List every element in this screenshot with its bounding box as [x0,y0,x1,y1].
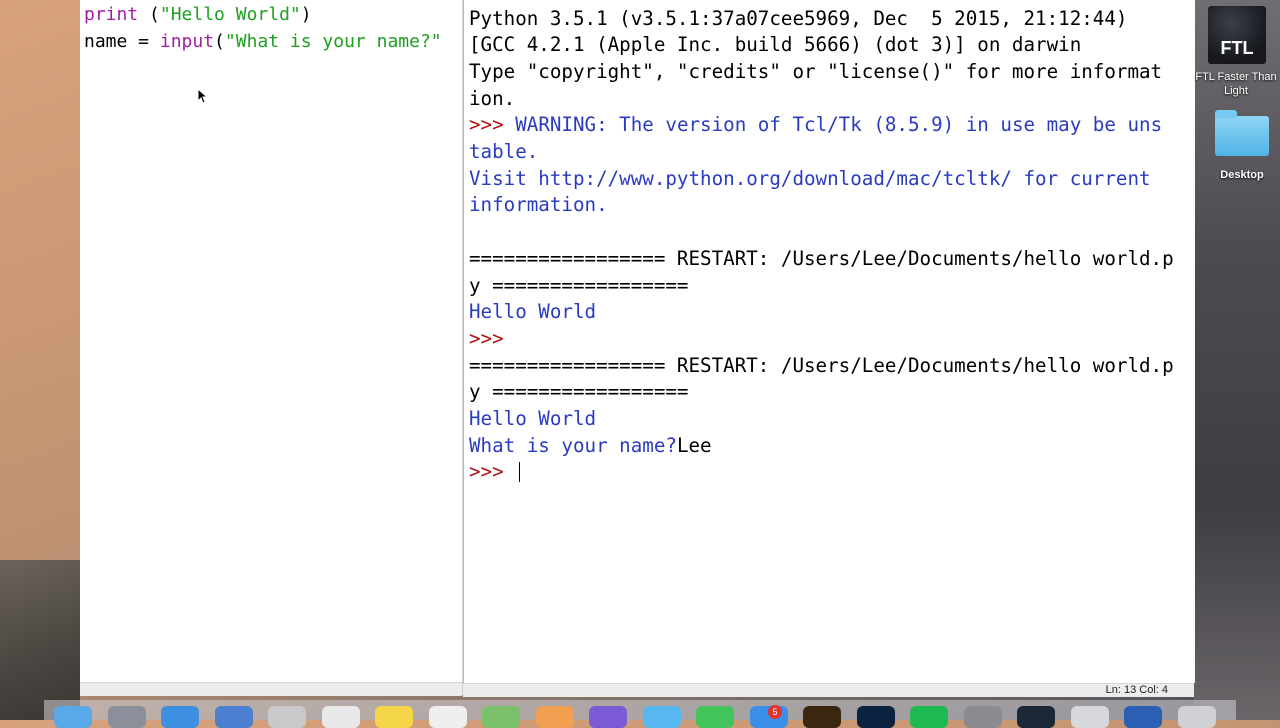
shell-text-segment: [GCC 4.2.1 (Apple Inc. build 5666) (dot … [469,33,1082,57]
desktop-folder-label[interactable]: Desktop [1200,169,1280,181]
shell-text-segment: Hello World [469,407,597,430]
shell-line: Type "copyright", "credits" or "license(… [469,59,1162,86]
photoshop-icon[interactable] [856,706,895,728]
ftl-app-icon[interactable]: FTL [1208,6,1266,64]
editor-text-segment: input [159,30,215,52]
desktop-background-rock [0,560,80,720]
imovie-icon[interactable] [589,706,627,728]
shell-line: Hello World [469,406,596,433]
shell-text-segment: Type "copyright", "credits" or "license(… [469,59,1163,83]
preview-icon[interactable] [268,706,306,728]
notification-badge: 5 [768,705,782,719]
shell-line: ================= RESTART: /Users/Lee/Do… [469,246,1174,273]
editor-text-segment: ( [214,30,225,52]
editor-text-segment: ( [138,4,160,25]
shell-text-segment: ion. [469,86,516,110]
text-caret [519,462,521,483]
shell-line: ion. [469,86,515,113]
shell-line: Visit http://www.python.org/download/mac… [469,166,1151,193]
shell-status-bar: Ln: 13 Col: 4 [463,683,1194,697]
shell-text-segment: y ================= [469,273,689,297]
shell-text-segment: ================= RESTART: /Users/Lee/Do… [469,246,1174,270]
desktop-folder-icon[interactable] [1215,110,1269,156]
ftl-app-label[interactable]: FTL Faster Than Light [1192,70,1280,98]
maps-icon[interactable] [482,706,520,728]
photos-icon[interactable] [535,706,574,728]
shell-line: >>> [469,326,515,353]
shell-text-segment: y ================= [469,380,689,404]
shell-text-segment: Python 3.5.1 (v3.5.1:37a07cee5969, Dec 5… [469,6,1140,30]
shell-line: information. [469,192,608,219]
shell-line: Hello World [469,299,596,326]
shell-line: Python 3.5.1 (v3.5.1:37a07cee5969, Dec 5… [469,6,1139,33]
textedit-icon[interactable] [428,706,467,728]
finder-icon[interactable] [54,706,92,728]
shell-text-segment: Lee [676,433,712,457]
shell-text-segment: ================= RESTART: /Users/Lee/Do… [469,353,1174,377]
editor-line: name = input("What is your name?" [84,29,442,55]
editor-line: print ("Hello World") [84,2,312,28]
spotify-icon[interactable] [910,706,948,728]
mail-icon[interactable] [214,706,253,728]
shell-line: >>> WARNING: The version of Tcl/Tk (8.5.… [469,112,1162,139]
steam-icon[interactable] [1017,706,1055,728]
shell-line: y ================= [469,273,689,300]
messages-icon[interactable] [642,706,681,728]
shell-line: [GCC 4.2.1 (Apple Inc. build 5666) (dot … [469,32,1081,59]
script-icon[interactable] [1070,706,1109,728]
shell-line: table. [469,139,538,166]
desktop-background [1194,0,1280,720]
shell-text-segment: Visit http://www.python.org/download/mac… [469,166,1151,190]
mouse-pointer-icon [197,88,207,104]
line-col-indicator: Ln: 13 Col: 4 [1105,684,1168,696]
editor-window[interactable]: print ("Hello World") name = input("What … [80,0,463,695]
facetime-icon[interactable] [696,706,734,728]
shell-text-segment: WARNING: The version of Tcl/Tk (8.5.9) i… [515,113,1163,137]
python-shell-window[interactable]: Python 3.5.1 (v3.5.1:37a07cee5969, Dec 5… [463,0,1195,683]
shell-text-segment: What is your name? [469,433,677,457]
shell-line: ================= RESTART: /Users/Lee/Do… [469,353,1174,380]
quicktime-icon[interactable] [1124,706,1162,728]
editor-bottom-bar [80,682,462,696]
shell-text-segment: information. [469,193,608,217]
calendar-icon[interactable] [321,706,360,728]
launchpad-icon[interactable] [107,706,146,728]
system-preferences-icon[interactable] [963,706,1002,728]
shell-text-segment: >>> [469,460,516,484]
shell-line: y ================= [469,379,689,406]
editor-text-segment: "What is your name?" [224,30,442,52]
shell-line: >>> [469,459,521,486]
editor-text-segment: print [84,4,139,25]
dock [44,700,1236,728]
safari-icon[interactable] [161,706,199,728]
editor-text-segment: ) [300,4,312,25]
trash-icon[interactable] [1177,706,1216,728]
shell-text-segment: >>> [469,326,516,350]
notes-icon[interactable] [375,706,413,728]
shell-line: What is your name?Lee [469,433,712,460]
illustrator-icon[interactable] [803,706,841,728]
shell-text-segment: Hello World [469,300,597,324]
shell-text-segment: >>> [469,113,516,137]
editor-text-segment: "Hello World" [159,4,301,25]
editor-text-segment: name = [84,30,160,52]
shell-text-segment: table. [469,140,539,163]
